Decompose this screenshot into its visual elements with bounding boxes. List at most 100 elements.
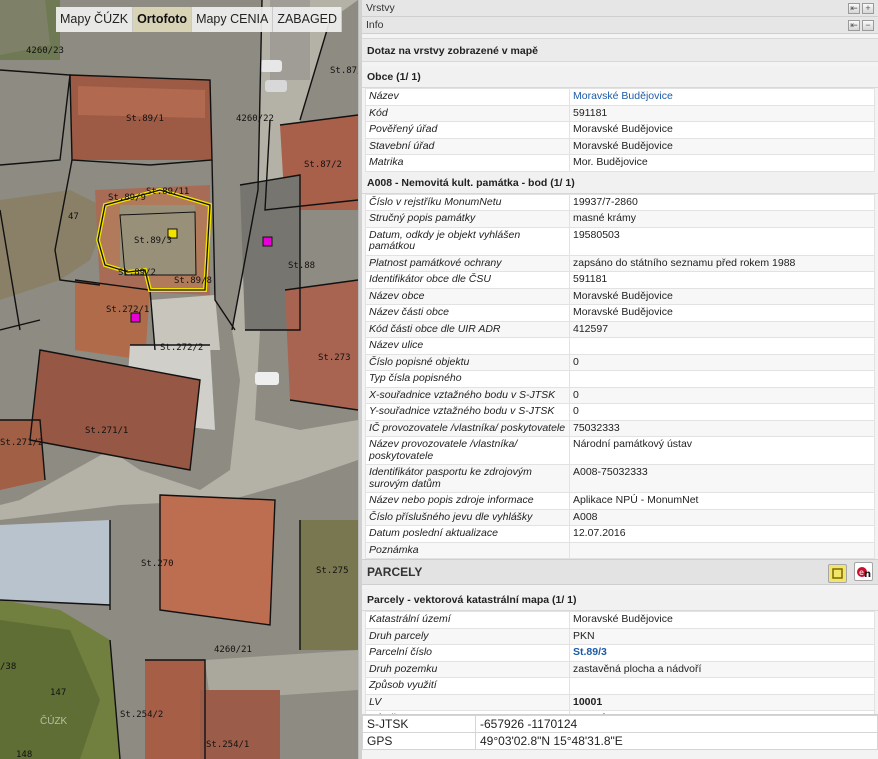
attribute-value: Aplikace NPÚ - MonumNet xyxy=(569,492,875,510)
attribute-value: A008-75032333 xyxy=(569,464,875,493)
attribute-row: Parcelní číslo St.89/3 xyxy=(365,644,875,662)
app-root: 4260/23 St.87/1 St.89/1 4260/22 St.87/2 … xyxy=(0,0,878,759)
coord-row-gps: GPS 49°03'02.8"N 15°48'31.8"E xyxy=(362,732,878,750)
attribute-link[interactable]: St.89/3 xyxy=(569,644,875,662)
nahlizeni-katastr-button[interactable]: e n xyxy=(854,561,873,581)
attribute-value: zastavěná plocha a nádvoří xyxy=(569,660,875,678)
parcely-table: Katastrální území Moravské Budějovice Druh… xyxy=(365,611,875,728)
attribute-key: Datum poslední aktualizace xyxy=(365,525,570,543)
basemap-tab-ortofoto[interactable]: Ortofoto xyxy=(133,7,193,32)
attribute-value: 75032333 xyxy=(569,419,875,437)
attribute-row: IČ provozovatele /vlastníka/ poskytovate… xyxy=(365,419,875,437)
parcel-label: St.89/1 xyxy=(126,114,164,124)
attribute-key: Pověřený úřad xyxy=(365,121,570,139)
parcel-label: St.272/1 xyxy=(106,305,150,315)
attribute-value: Moravské Budějovice xyxy=(569,121,875,139)
parcel-label: St.273 xyxy=(318,353,351,363)
attribute-row: Typ čísla popisného xyxy=(365,370,875,388)
basemap-tab-mapy-cuzk[interactable]: Mapy ČÚZK xyxy=(56,7,134,32)
coord-value: 49°03'02.8"N 15°48'31.8"E xyxy=(475,732,878,750)
attribute-row: Číslo příslušného jevu dle vyhlášky A008 xyxy=(365,508,875,526)
parcely-bar: PARCELY e n xyxy=(362,559,878,585)
parcel-label: 148 xyxy=(16,750,33,759)
parcel-label: St.89/11 xyxy=(146,187,190,197)
attribute-value: 591181 xyxy=(569,104,875,122)
attribute-value xyxy=(569,677,875,695)
collapse-icon[interactable]: ⇤ xyxy=(848,19,860,31)
expand-icon[interactable]: + xyxy=(862,2,874,14)
query-title: Dotaz na vrstvy zobrazené v mapě xyxy=(362,38,878,62)
attribute-row: Datum poslední aktualizace 12.07.2016 xyxy=(365,525,875,543)
map-view[interactable]: 4260/23 St.87/1 St.89/1 4260/22 St.87/2 … xyxy=(0,0,358,759)
attribute-key: Název provozovatele /vlastníka/ poskytov… xyxy=(365,436,570,465)
svg-text:n: n xyxy=(864,569,871,579)
attribute-value: Národní památkový ústav xyxy=(569,436,875,465)
attribute-row: Poznámka xyxy=(365,541,875,559)
obce-table: Název Moravské Budějovice Kód 591181 Pověřen… xyxy=(365,88,875,172)
attribute-row: Pověřený úřad Moravské Budějovice xyxy=(365,121,875,139)
attribute-value: 10001 xyxy=(569,693,875,711)
attribute-row: Číslo v rejstříku MonumNetu 19937/7-2860 xyxy=(365,193,875,211)
attribute-row: Stavební úřad Moravské Budějovice xyxy=(365,137,875,155)
attribute-key: Název nebo popis zdroje informace xyxy=(365,492,570,510)
attribute-key: Název xyxy=(365,88,570,106)
basemap-tab-zabaged[interactable]: ZABAGED xyxy=(273,7,343,32)
parcel-label: St.271/1 xyxy=(85,426,129,436)
attribute-value: PKN xyxy=(569,627,875,645)
attribute-value xyxy=(569,541,875,559)
attribute-row: Kód 591181 xyxy=(365,104,875,122)
attribute-key: Název části obce xyxy=(365,304,570,322)
attribute-value: 0 xyxy=(569,403,875,421)
parcel-label: St.88 xyxy=(288,261,316,271)
parcel-label: 147 xyxy=(50,688,67,698)
attribute-value: Moravské Budějovice xyxy=(569,304,875,322)
attribute-value: masné krámy xyxy=(569,210,875,228)
obce-title: Obce (1/ 1) xyxy=(362,66,878,88)
attribute-key: LV xyxy=(365,693,570,711)
attribute-key: Poznámka xyxy=(365,541,570,559)
coord-value: -657926 -1170124 xyxy=(475,715,878,733)
attribute-row: Název obce Moravské Budějovice xyxy=(365,287,875,305)
basemap-tab-mapy-cenia[interactable]: Mapy CENIA xyxy=(192,7,274,32)
attribute-value: 19937/7-2860 xyxy=(569,193,875,211)
vrstvy-title: Vrstvy xyxy=(366,2,395,14)
vrstvy-header[interactable]: Vrstvy ⇤ + xyxy=(362,0,878,17)
pamatka-table: Číslo v rejstříku MonumNetu 19937/7-2860 S… xyxy=(365,193,875,560)
parcel-label: St.89/8 xyxy=(174,276,212,286)
info-header[interactable]: Info ⇤ − xyxy=(362,17,878,34)
attribute-value: 412597 xyxy=(569,320,875,338)
minimize-icon[interactable]: − xyxy=(862,19,874,31)
map-watermark: ČÚZK xyxy=(40,716,68,727)
attribute-key: Kód části obce dle UIR ADR xyxy=(365,320,570,338)
attribute-key: Číslo v rejstříku MonumNetu xyxy=(365,193,570,211)
attribute-key: Stavební úřad xyxy=(365,137,570,155)
attribute-key: Stručný popis památky xyxy=(365,210,570,228)
parcel-label: St.254/2 xyxy=(120,710,164,720)
parcely-subtitle: Parcely - vektorová katastrální mapa (1/… xyxy=(362,589,878,611)
attribute-row: Identifikátor obce dle ČSU 591181 xyxy=(365,271,875,289)
attribute-value: 0 xyxy=(569,353,875,371)
attribute-key: X-souřadnice vztažného bodu v S-JTSK xyxy=(365,386,570,404)
attribute-row: Kód části obce dle UIR ADR 412597 xyxy=(365,320,875,338)
pamatka-title: A008 - Nemovitá kult. památka - bod (1/ … xyxy=(362,171,878,194)
attribute-key: Název obce xyxy=(365,287,570,305)
attribute-key: Datum, odkdy je objekt vyhlášen památkou xyxy=(365,226,570,256)
highlight-parcel-button[interactable] xyxy=(828,563,848,583)
attribute-link[interactable]: Moravské Budějovice xyxy=(569,88,875,106)
attribute-row: Číslo popisné objektu 0 xyxy=(365,353,875,371)
coord-row-sjtsk: S-JTSK -657926 -1170124 xyxy=(362,715,878,733)
attribute-key: Parcelní číslo xyxy=(365,644,570,662)
attribute-row: Druh pozemku zastavěná plocha a nádvoří xyxy=(365,660,875,678)
attribute-value: 19580503 xyxy=(569,226,875,256)
attribute-key: IČ provozovatele /vlastníka/ poskytovate… xyxy=(365,419,570,437)
attribute-key: Číslo popisné objektu xyxy=(365,353,570,371)
attribute-key: Identifikátor pasportu ke zdrojovým suro… xyxy=(365,464,570,493)
info-panel: Vrstvy ⇤ + Info ⇤ − Dotaz na vrstvy zobr… xyxy=(362,0,878,759)
parcel-label: /38 xyxy=(0,662,17,672)
parcel-label: St.89/3 xyxy=(134,236,172,246)
attribute-key: Číslo příslušného jevu dle vyhlášky xyxy=(365,508,570,526)
info-title: Info xyxy=(366,19,384,31)
attribute-value: 12.07.2016 xyxy=(569,525,875,543)
attribute-key: Kód xyxy=(365,104,570,122)
collapse-icon[interactable]: ⇤ xyxy=(848,2,860,14)
